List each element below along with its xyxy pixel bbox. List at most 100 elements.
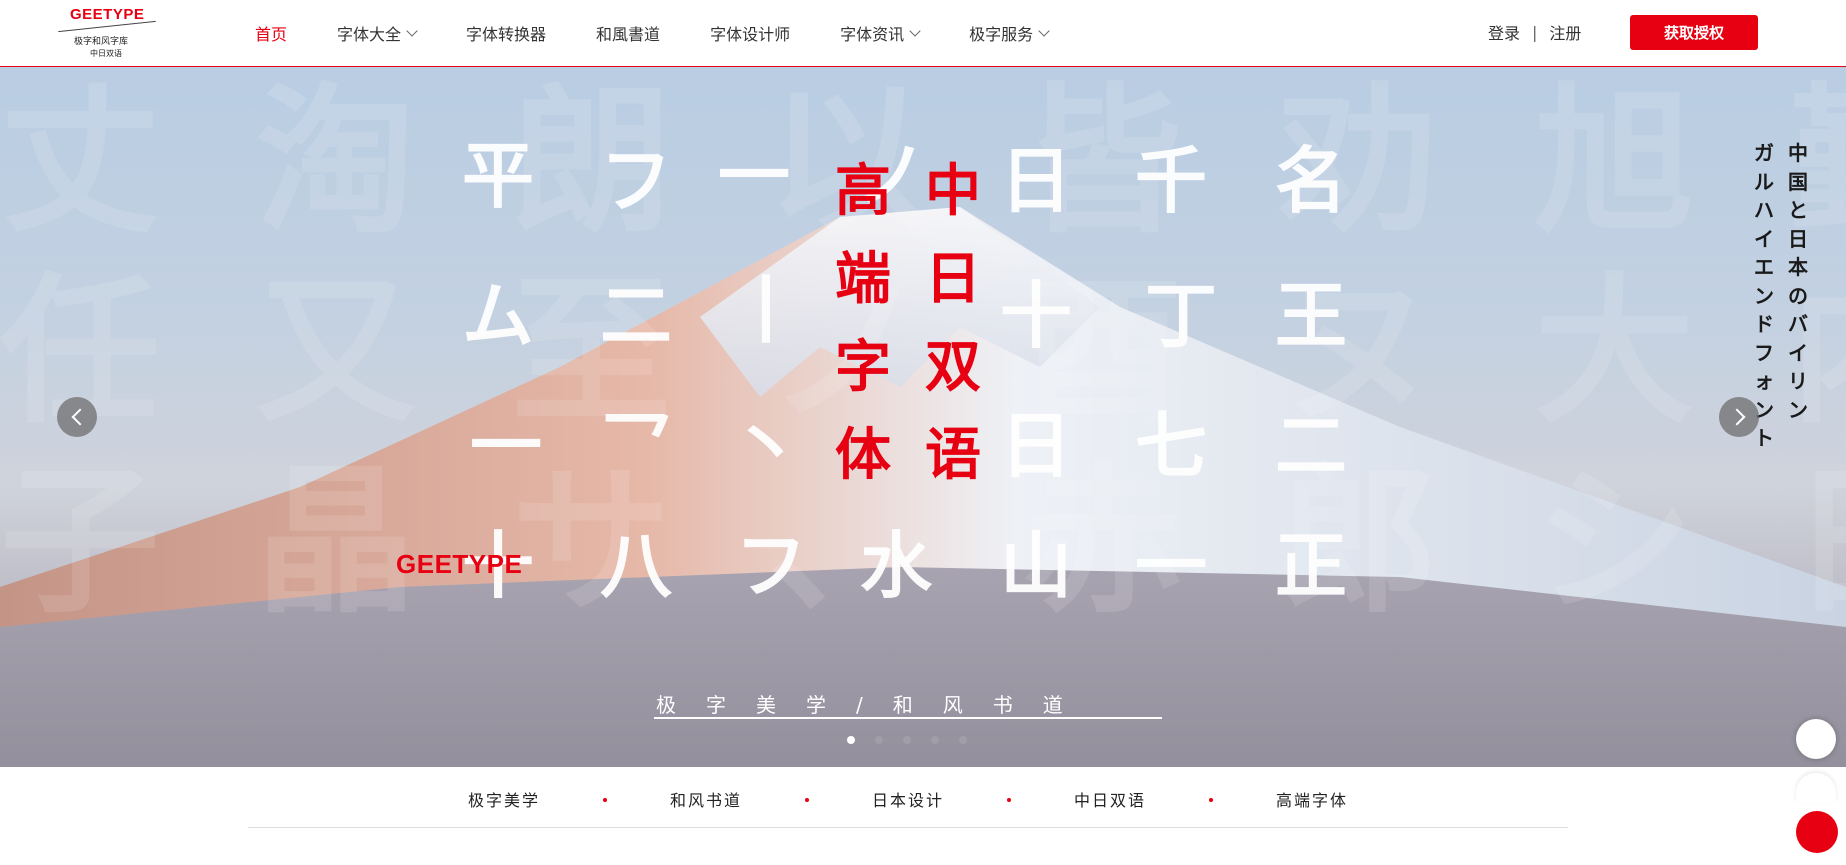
jp-char: と [1788,198,1808,222]
register-link[interactable]: 注册 [1549,20,1581,44]
calligraphy-char: 二 [600,273,673,358]
jp-char: フ [1754,340,1774,365]
calligraphy-char: 二 [1275,403,1348,488]
carousel-dot[interactable] [931,736,939,744]
calligraphy-char: 千 [1135,138,1208,223]
calligraphy-char: 一 [1135,523,1208,608]
calligraphy-char: 日 [1000,138,1073,223]
calligraphy-char: 七 [1135,403,1208,488]
nav-news[interactable]: 字体资讯 [840,21,921,45]
carousel-pagination [847,736,987,744]
floating-panel [1796,773,1836,803]
site-header: GEETYPE 极字和风字库 中日双语 首页 字体大全 字体转换器 和風書道 字… [0,0,1846,67]
hero-logo-text: GEETYPE [396,549,523,579]
calligraphy-char: 水 [860,523,933,608]
jp-char: 日 [1788,226,1808,251]
calligraphy-char: 丶 [730,403,803,488]
jp-char: 本 [1788,255,1808,279]
nav-home[interactable]: 首页 [255,21,287,45]
chevron-down-icon [909,25,921,37]
feature-tag: 日本设计 [872,791,945,810]
tag-separator-dot [1007,798,1011,802]
jp-char: ト [1754,426,1774,450]
nav-calligraphy[interactable]: 和風書道 [596,21,660,45]
slogan-underline [654,717,1162,719]
calligraphy-char: 平 [462,133,535,218]
auth-separator: | [1532,22,1538,42]
tag-separator-dot [805,798,809,802]
calligraphy-char: 正 [1275,523,1348,608]
chevron-right-icon [1728,408,1745,426]
auth-links: 登录 | 注册 [1488,20,1581,44]
main-nav: 首页 字体大全 字体转换器 和風書道 字体设计师 字体资讯 极字服务 [255,0,1098,66]
headline-char: 端 [835,246,891,312]
headline-char: 日 [925,246,981,312]
jp-char: ン [1788,397,1808,422]
headline-char: 语 [925,422,981,488]
jp-char: の [1788,283,1808,308]
carousel-dot[interactable] [959,736,967,744]
login-link[interactable]: 登录 [1488,20,1520,44]
japanese-column-right: 中 国 と 日 本 の バ イ リ ン [1786,139,1810,424]
headline-column-right: 中 日 双 语 [918,147,988,499]
headline-char: 双 [925,334,981,400]
tag-separator-dot [1209,798,1213,802]
calligraphy-char: 名 [1275,138,1348,223]
jp-char: ガ [1754,141,1774,165]
tag-separator-dot [603,798,607,802]
headline-char: 体 [835,422,891,488]
calligraphy-char: 乛 [600,403,673,488]
nav-services[interactable]: 极字服务 [969,21,1050,45]
jp-char: 中 [1788,141,1808,165]
calligraphy-char: 丨 [730,268,803,353]
headline-char: 高 [835,158,891,224]
calligraphy-char: フ [735,523,808,608]
jp-char: ド [1754,312,1774,336]
carousel-next-button[interactable] [1719,397,1759,437]
calligraphy-char: 十 [1000,273,1073,358]
chevron-down-icon [406,25,418,37]
calligraphy-char: 日 [1000,403,1073,488]
headline-char: 字 [835,334,891,400]
feature-tag-bar: 极字美学 和风书道 日本设计 中日双语 高端字体 [248,767,1568,828]
feature-tag: 极字美学 [468,791,541,810]
site-logo[interactable]: GEETYPE 极字和风字库 中日双语 [56,4,158,60]
carousel-prev-button[interactable] [57,397,97,437]
logo-subtitle: 极字和风字库 [74,37,129,47]
floating-contact-button[interactable] [1796,719,1836,759]
calligraphy-char: 丁 [1145,273,1218,358]
logo-wordmark: GEETYPE [70,6,145,23]
jp-char: イ [1788,340,1808,365]
nav-designers[interactable]: 字体设计师 [710,21,790,45]
carousel-dot[interactable] [875,736,883,744]
calligraphy-char: 八 [600,523,673,608]
headline-char: 中 [925,158,981,224]
calligraphy-char: 山 [1000,523,1073,608]
carousel-dot[interactable] [847,736,855,744]
calligraphy-char: フ [600,138,673,223]
jp-char: バ [1788,312,1808,336]
floating-action-button[interactable] [1796,811,1838,853]
jp-char: ル [1754,169,1774,194]
jp-char: リ [1788,369,1808,393]
chevron-down-icon [1038,25,1050,37]
jp-char: 国 [1788,169,1808,194]
carousel-dot[interactable] [903,736,911,744]
calligraphy-char: 一 [470,403,543,488]
nav-font-library[interactable]: 字体大全 [337,21,418,45]
chevron-left-icon [71,408,88,426]
get-license-button[interactable]: 获取授权 [1630,15,1758,50]
nav-font-converter[interactable]: 字体转换器 [466,21,546,45]
logo-tagline: 中日双语 [90,49,122,58]
jp-char: ハ [1754,198,1774,222]
jp-char: イ [1754,226,1774,251]
jp-char: ン [1754,283,1774,308]
calligraphy-char: ム [462,273,535,358]
calligraphy-char: 王 [1275,273,1348,358]
feature-tag: 中日双语 [1074,791,1147,810]
jp-char: ォ [1754,369,1774,393]
headline-column-left: 高 端 字 体 [828,147,898,499]
calligraphy-char: 一 [718,133,791,218]
feature-tag: 和风书道 [670,791,743,810]
jp-char: エ [1754,255,1774,279]
